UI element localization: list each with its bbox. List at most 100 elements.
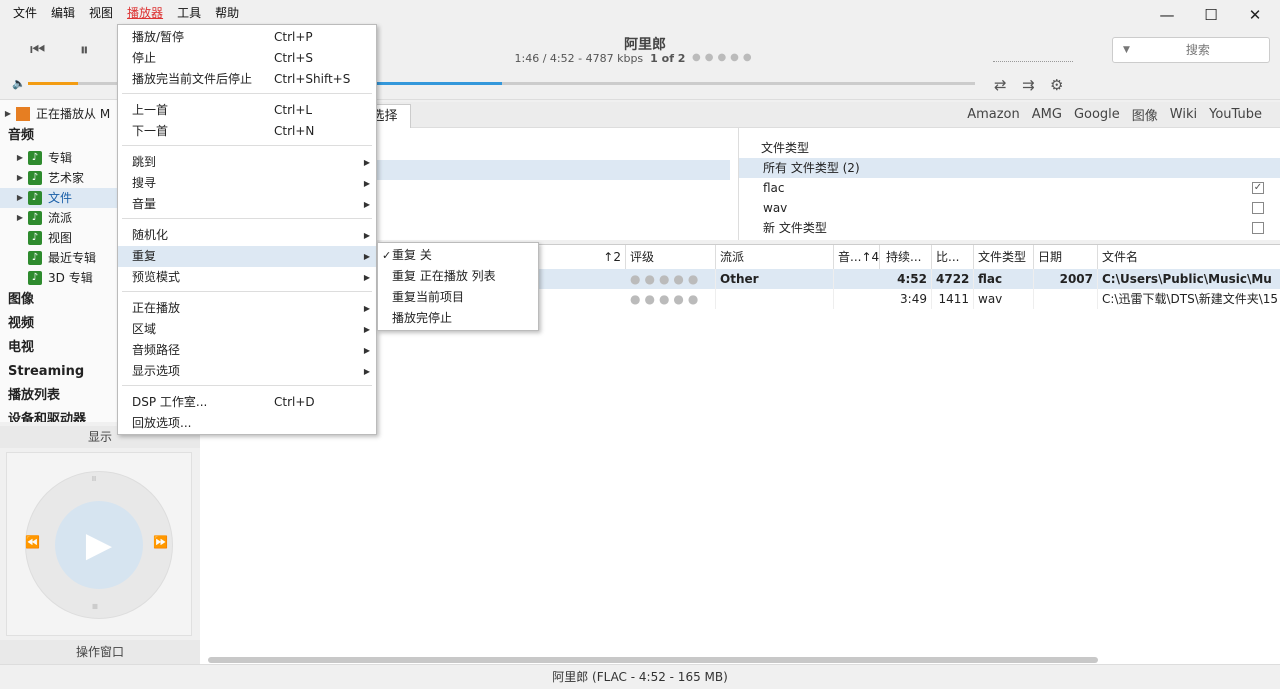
link-google[interactable]: Google xyxy=(1074,107,1120,122)
submenu-item-label: 重复 正在播放 列表 xyxy=(392,269,496,283)
filetype-row[interactable]: wav xyxy=(739,198,1280,218)
pause-wheel-icon[interactable]: ⏸ xyxy=(91,471,97,486)
player-menu-item[interactable]: DSP 工作室... Ctrl+D xyxy=(118,392,376,413)
pause-icon[interactable]: ⏸ xyxy=(80,40,89,60)
play-icon[interactable]: ▶ xyxy=(55,501,143,589)
search-input[interactable] xyxy=(1137,43,1258,57)
col-header-audio[interactable]: 音...↑4 xyxy=(834,245,880,269)
art-pane: ▶ ⏸ ⏪ ⏩ ⏹ xyxy=(6,452,192,636)
status-bar: 阿里郎 (FLAC - 4:52 - 165 MB) xyxy=(0,664,1280,688)
submenu-arrow-icon: ▶ xyxy=(363,231,370,240)
menu-player[interactable]: 播放器 xyxy=(120,0,170,26)
music-note-icon: ♪ xyxy=(28,151,42,165)
previous-icon[interactable]: ⏮ xyxy=(30,40,45,60)
player-menu-item[interactable]: 显示选项 ▶ xyxy=(118,361,376,382)
col-header-sort-2[interactable]: ↑2 xyxy=(542,245,626,269)
player-menu-item[interactable]: 下一首 Ctrl+N xyxy=(118,121,376,142)
maximize-icon[interactable]: ☐ xyxy=(1196,4,1226,26)
repeat-submenu-item[interactable]: 重复当前项目 xyxy=(378,287,538,308)
volume-fill xyxy=(28,82,78,85)
cell-filetype: flac xyxy=(974,269,1034,289)
display-label: 显示 xyxy=(87,430,112,444)
menu-item-label: 播放/暂停 xyxy=(132,30,185,44)
checkbox[interactable]: ✓ xyxy=(1252,182,1264,194)
menu-view[interactable]: 视图 xyxy=(82,0,120,26)
player-menu-item[interactable]: 正在播放 ▶ xyxy=(118,298,376,319)
volume-icon[interactable]: 🔈 xyxy=(12,77,26,90)
filetype-row[interactable]: 所有 文件类型 (2) xyxy=(739,158,1280,178)
col-header-bitrate[interactable]: 比... xyxy=(932,245,974,269)
col-header-filetype[interactable]: 文件类型 xyxy=(974,245,1034,269)
repeat-icon[interactable]: ⇄ xyxy=(994,76,1007,94)
menu-item-shortcut: Ctrl+L xyxy=(274,103,313,117)
player-menu-item[interactable]: 随机化 ▶ xyxy=(118,225,376,246)
submenu-arrow-icon: ▶ xyxy=(363,252,370,261)
menu-tools[interactable]: 工具 xyxy=(170,0,208,26)
minimize-icon[interactable]: — xyxy=(1152,4,1182,26)
checkbox[interactable] xyxy=(1252,202,1264,214)
search-box[interactable]: ▼ xyxy=(1112,37,1270,63)
menu-edit[interactable]: 编辑 xyxy=(44,0,82,26)
rating-dots[interactable]: ●●●●● xyxy=(626,269,716,289)
player-menu-item[interactable]: 上一首 Ctrl+L xyxy=(118,100,376,121)
dropdown-arrow-icon[interactable]: ▼ xyxy=(1123,45,1130,55)
link-amg[interactable]: AMG xyxy=(1032,107,1062,122)
expand-arrow-icon[interactable]: ▶ xyxy=(0,104,16,124)
col-header-date[interactable]: 日期 xyxy=(1034,245,1098,269)
link-images[interactable]: 图像 xyxy=(1132,105,1158,124)
link-wiki[interactable]: Wiki xyxy=(1170,107,1197,122)
filetype-label: 所有 文件类型 (2) xyxy=(763,161,860,175)
player-menu-item[interactable]: 重复 ▶ xyxy=(118,246,376,267)
stop-icon[interactable]: ⏹ xyxy=(92,599,98,614)
menu-item-shortcut: Ctrl+Shift+S xyxy=(274,72,351,86)
repeat-submenu-item[interactable]: 播放完停止 xyxy=(378,308,538,329)
player-menu-item[interactable]: 播放/暂停 Ctrl+P xyxy=(118,27,376,48)
filetype-row[interactable]: flac ✓ xyxy=(739,178,1280,198)
player-menu-item[interactable]: 音量 ▶ xyxy=(118,194,376,215)
player-menu-item[interactable]: 回放选项... xyxy=(118,413,376,434)
checkbox[interactable] xyxy=(1252,222,1264,234)
close-icon[interactable]: ✕ xyxy=(1240,4,1270,26)
repeat-submenu-item[interactable]: 重复 正在播放 列表 xyxy=(378,266,538,287)
submenu-arrow-icon: ▶ xyxy=(363,200,370,209)
expand-arrow-icon[interactable]: ▶ xyxy=(12,188,28,208)
expand-arrow-icon[interactable]: ▶ xyxy=(12,208,28,228)
player-menu-item[interactable]: 跳到 ▶ xyxy=(118,152,376,173)
menu-item-label: 停止 xyxy=(132,51,157,65)
menubar: 文件 编辑 视图 播放器 工具 帮助 xyxy=(0,0,1280,26)
player-menu-item[interactable]: 播放完当前文件后停止 Ctrl+Shift+S xyxy=(118,69,376,90)
rewind-icon[interactable]: ⏪ xyxy=(25,535,40,549)
cell-date xyxy=(1034,289,1098,309)
menu-item-shortcut: Ctrl+N xyxy=(274,124,315,138)
player-menu-item[interactable]: 区域 ▶ xyxy=(118,319,376,340)
player-menu-item[interactable]: 停止 Ctrl+S xyxy=(118,48,376,69)
col-header-rating[interactable]: 评级 xyxy=(626,245,716,269)
sidebar-item-label: 流派 xyxy=(48,211,73,225)
cell-filetype: wav xyxy=(974,289,1034,309)
music-note-icon: ♪ xyxy=(28,251,42,265)
col-header-filename[interactable]: 文件名 xyxy=(1098,245,1280,269)
expand-arrow-icon[interactable]: ▶ xyxy=(12,168,28,188)
expand-arrow-icon[interactable]: ▶ xyxy=(12,148,28,168)
menu-file[interactable]: 文件 xyxy=(6,0,44,26)
col-header-sort-4-label: 4 xyxy=(871,250,880,264)
gear-icon[interactable]: ⚙ xyxy=(1050,76,1063,94)
menu-item-label: 播放完当前文件后停止 xyxy=(132,72,253,86)
filetype-row[interactable]: 新 文件类型 xyxy=(739,218,1280,238)
col-header-duration[interactable]: 持续... xyxy=(882,245,932,269)
op-window-header[interactable]: 操作窗口 xyxy=(0,640,200,664)
menu-help[interactable]: 帮助 xyxy=(208,0,246,26)
player-menu-item[interactable]: 搜寻 ▶ xyxy=(118,173,376,194)
rating-dots[interactable]: ●●●●● xyxy=(626,289,716,309)
horizontal-scrollbar[interactable] xyxy=(208,657,1098,663)
player-menu-item[interactable]: 预览模式 ▶ xyxy=(118,267,376,288)
player-menu-item[interactable]: 音频路径 ▶ xyxy=(118,340,376,361)
shuffle-icon[interactable]: ⇉ xyxy=(1022,76,1035,94)
link-youtube[interactable]: YouTube xyxy=(1209,107,1262,122)
col-header-genre[interactable]: 流派 xyxy=(716,245,834,269)
repeat-submenu-item[interactable]: ✓ 重复 关 xyxy=(378,245,538,266)
rating-dots[interactable]: ●●●●● xyxy=(692,52,756,63)
link-amazon[interactable]: Amazon xyxy=(967,107,1020,122)
forward-icon[interactable]: ⏩ xyxy=(153,535,168,549)
volume-slider[interactable] xyxy=(28,82,118,85)
